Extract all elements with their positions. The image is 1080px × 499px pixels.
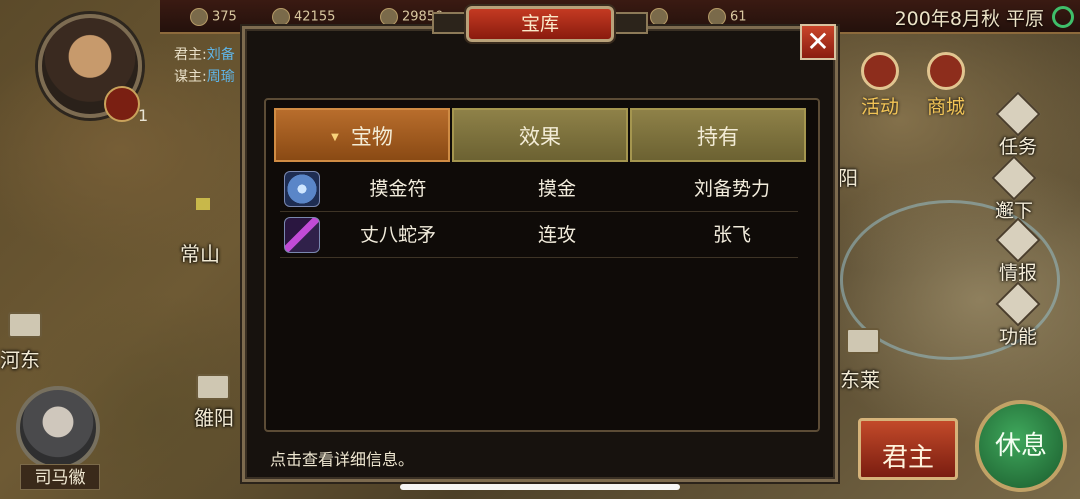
table-header-tabs: ▼ 宝物 效果 持有 [274,108,806,162]
rest-button[interactable]: 休息 [975,400,1067,492]
city-icon [846,328,880,354]
subordinates-icon [991,155,1037,201]
functions-button[interactable]: 功能 [990,281,1046,349]
city-label[interactable]: 雒阳 [194,402,234,431]
intel-button[interactable]: 情报 [990,217,1046,285]
title-ornament [432,12,468,34]
resource-item: 61 [708,8,747,26]
tab-owner[interactable]: 持有 [630,108,806,162]
treasure-effect: 摸金 [537,178,576,200]
treasure-owner: 张飞 [712,224,751,246]
city-label[interactable]: 东莱 [840,364,880,393]
advisor-portrait-label: 司马徽 [20,464,100,490]
shop-button[interactable]: 商城 [916,52,976,119]
food-icon [272,8,290,26]
lord-name: 刘备 [206,47,235,63]
gem-icon [650,8,668,26]
tab-effect[interactable]: 效果 [452,108,628,162]
lord-button[interactable]: 君主 [858,418,958,480]
flag-icon [196,198,210,210]
treasure-name: 丈八蛇矛 [359,224,436,246]
rank-badge-count: 1 [138,106,149,125]
title-ornament [612,12,648,34]
resource-item: 375 [190,8,237,26]
city-icon [196,374,230,400]
spear-icon [284,217,320,253]
sort-caret-icon: ▼ [331,132,339,143]
quest-button[interactable]: 任务 [990,91,1046,159]
dialog-title: 宝库 [520,13,559,35]
lord-label: 君主: [174,47,207,63]
city-icon [8,312,42,338]
treasure-owner: 刘备势力 [693,178,770,200]
treasure-list: 摸金符 摸金 刘备势力 丈八蛇矛 连攻 张飞 [280,166,798,258]
advisor-name: 周瑜 [206,69,235,85]
quest-icon [995,91,1041,137]
activity-button[interactable]: 活动 [850,52,910,119]
activity-icon [861,52,899,90]
city-label[interactable]: 河东 [0,344,40,373]
city-label[interactable]: 阳 [838,162,858,191]
table-row[interactable]: 丈八蛇矛 连攻 张飞 [280,212,798,258]
date-location-label: 200年8月秋 平原 [894,8,1044,30]
lord-info: 君主:刘备 谋主:周瑜 [174,44,235,88]
token-icon [708,8,726,26]
coin-icon [190,8,208,26]
shop-icon [927,52,965,90]
advisor-portrait[interactable] [16,386,100,470]
troops-icon [380,8,398,26]
tab-treasure[interactable]: ▼ 宝物 [274,108,450,162]
gear-icon [995,281,1041,327]
subordinates-button[interactable]: 邂下 [986,155,1042,223]
intel-icon [995,217,1041,263]
city-label[interactable]: 常山 [180,238,220,267]
close-button[interactable]: ✕ [800,24,836,60]
resource-item: 42155 [272,8,335,26]
season-ring-icon[interactable] [1052,6,1074,28]
detail-hint-text: 点击查看详细信息。 [270,450,415,469]
rank-badge-icon [104,86,140,122]
advisor-label: 谋主: [174,69,207,85]
treasure-name: 摸金符 [369,178,427,200]
table-row[interactable]: 摸金符 摸金 刘备势力 [280,166,798,212]
home-indicator[interactable] [400,484,680,490]
talisman-icon [284,171,320,207]
resource-item [650,8,672,26]
treasure-effect: 连攻 [537,224,576,246]
